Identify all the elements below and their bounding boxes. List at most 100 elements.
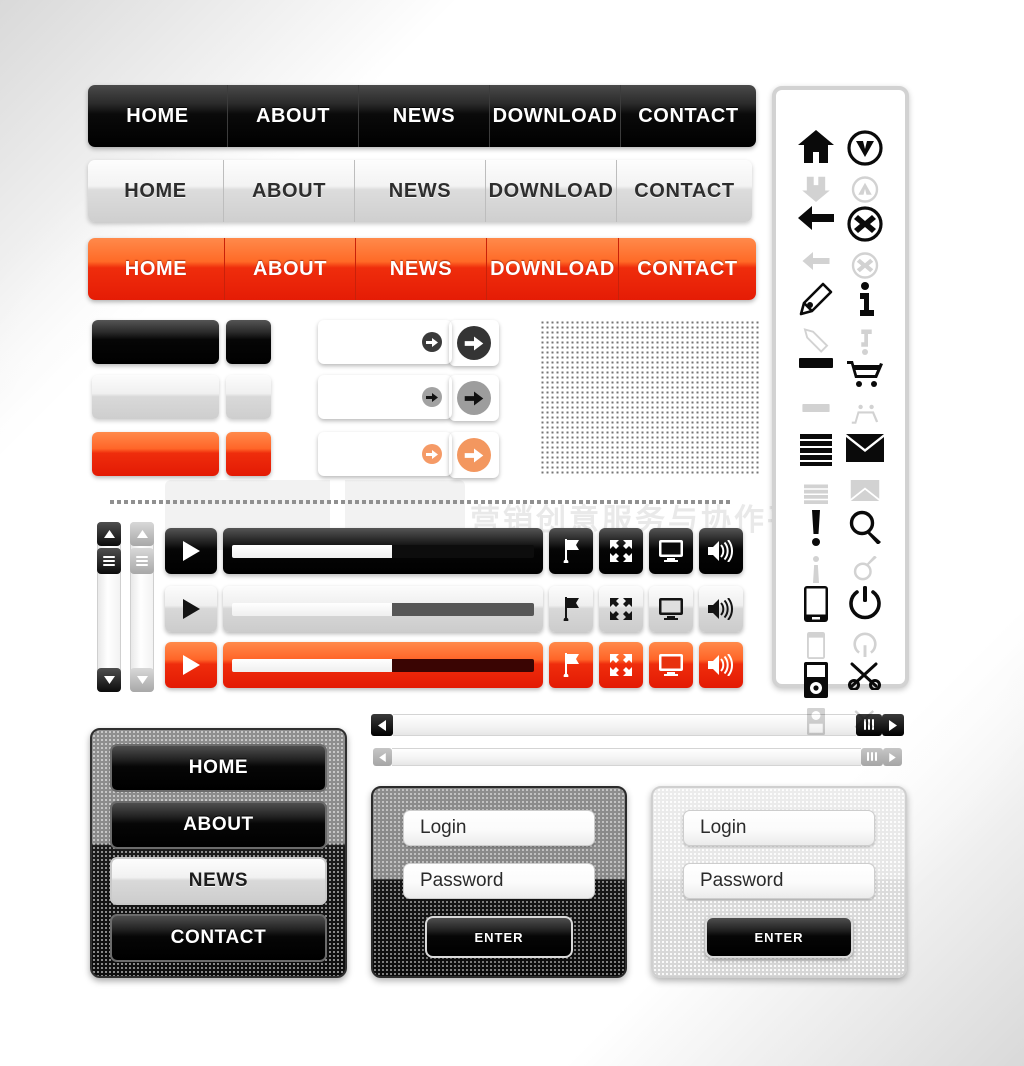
login-input[interactable]: Login [403,810,595,846]
home-icon[interactable] [792,130,841,202]
scrollbar-thumb[interactable] [861,748,883,766]
monitor-icon[interactable] [649,642,693,688]
scrollbar-thumb[interactable] [97,548,121,574]
check-circle-icon[interactable] [841,130,890,203]
nav-item-download[interactable]: DOWNLOAD [486,238,618,300]
scrollbar-vertical-light[interactable] [130,522,154,692]
media-player-dark[interactable] [165,528,743,574]
progress-track[interactable] [232,602,534,616]
button-wide-dark[interactable] [92,320,219,364]
triangle-left-icon[interactable] [373,748,392,766]
monitor-icon[interactable] [649,586,693,632]
volume-icon[interactable] [699,586,743,632]
scrollbar-horizontal-light[interactable] [373,748,902,766]
nav-item-about[interactable]: ABOUT [223,160,354,222]
volume-icon[interactable] [699,528,743,574]
triangle-down-icon[interactable] [130,668,154,692]
button-small-dark[interactable] [226,320,271,364]
nav-item-contact[interactable]: CONTACT [616,160,752,222]
nav-item-home[interactable]: HOME [88,238,224,300]
nav-item-contact[interactable]: CONTACT [620,85,756,147]
password-input[interactable]: Password [683,863,875,899]
mail-icon[interactable] [841,434,890,501]
scrollbar-track[interactable] [393,714,856,736]
navbar-red[interactable]: HOME ABOUT NEWS DOWNLOAD CONTACT [88,238,756,300]
triangle-right-icon[interactable] [882,714,904,736]
button-small-light[interactable] [226,375,271,419]
progress-bar[interactable] [223,642,543,688]
scrollbar-thumb[interactable] [130,548,154,574]
power-icon[interactable] [841,586,890,657]
navbar-light[interactable]: HOME ABOUT NEWS DOWNLOAD CONTACT [88,160,752,222]
info-icon[interactable] [841,282,890,355]
nav-item-download[interactable]: DOWNLOAD [489,85,620,147]
nav-item-about[interactable]: ABOUT [227,85,358,147]
button-arrow-wide-red[interactable] [318,432,452,476]
nav-item-news[interactable]: NEWS [358,85,489,147]
vertical-menu[interactable]: HOME ABOUT NEWS CONTACT [90,728,347,978]
scrollbar-horizontal-dark[interactable] [371,714,904,736]
exclamation-icon[interactable] [792,510,841,583]
close-circle-icon[interactable] [841,206,890,279]
scrollbar-thumb[interactable] [856,714,882,736]
arrow-left-icon[interactable] [792,206,841,270]
volume-icon[interactable] [699,642,743,688]
nav-item-news[interactable]: NEWS [354,160,485,222]
button-wide-red[interactable] [92,432,219,476]
flag-icon[interactable] [549,528,593,574]
button-wide-light[interactable] [92,375,219,419]
list-icon[interactable] [792,434,841,504]
flag-icon[interactable] [549,642,593,688]
shopping-cart-icon[interactable] [841,358,890,424]
search-icon[interactable] [841,510,890,581]
nav-item-contact[interactable]: CONTACT [618,238,756,300]
progress-track[interactable] [232,544,534,558]
progress-bar[interactable] [223,528,543,574]
button-arrow-wide-light[interactable] [318,375,452,419]
button-arrow-square-red[interactable] [449,432,499,478]
button-arrow-wide-dark[interactable] [318,320,452,364]
nav-item-news[interactable]: NEWS [355,238,486,300]
enter-button[interactable]: ENTER [425,916,573,958]
usb-drive-icon[interactable] [792,662,841,735]
mobile-icon[interactable] [792,586,841,659]
vertical-menu-item-home[interactable]: HOME [110,744,327,792]
scrollbar-track[interactable] [392,748,861,766]
login-form-light[interactable]: Login Password ENTER [651,786,907,978]
progress-track[interactable] [232,658,534,672]
pencil-icon[interactable] [792,282,841,353]
play-icon[interactable] [165,642,217,688]
login-input[interactable]: Login [683,810,875,846]
nav-item-about[interactable]: ABOUT [224,238,355,300]
monitor-icon[interactable] [649,528,693,574]
triangle-up-icon[interactable] [130,522,154,546]
media-player-light[interactable] [165,586,743,632]
minus-icon[interactable] [792,358,841,412]
nav-item-download[interactable]: DOWNLOAD [485,160,616,222]
flag-icon[interactable] [549,586,593,632]
password-input[interactable]: Password [403,863,595,899]
triangle-right-icon[interactable] [883,748,902,766]
button-arrow-square-dark[interactable] [449,320,499,366]
navbar-dark[interactable]: HOME ABOUT NEWS DOWNLOAD CONTACT [88,85,756,147]
progress-bar[interactable] [223,586,543,632]
play-icon[interactable] [165,586,217,632]
vertical-menu-item-news[interactable]: NEWS [110,857,327,906]
play-icon[interactable] [165,528,217,574]
fullscreen-icon[interactable] [599,586,643,632]
nav-item-home[interactable]: HOME [88,160,223,222]
triangle-up-icon[interactable] [97,522,121,546]
media-player-red[interactable] [165,642,743,688]
fullscreen-icon[interactable] [599,528,643,574]
fullscreen-icon[interactable] [599,642,643,688]
login-form-dark[interactable]: Login Password ENTER [371,786,627,978]
scrollbar-vertical-dark[interactable] [97,522,121,692]
enter-button[interactable]: ENTER [705,916,853,958]
triangle-down-icon[interactable] [97,668,121,692]
nav-item-home[interactable]: HOME [88,85,227,147]
vertical-menu-item-about[interactable]: ABOUT [110,800,327,849]
triangle-left-icon[interactable] [371,714,393,736]
vertical-menu-item-contact[interactable]: CONTACT [110,913,327,962]
button-arrow-square-light[interactable] [449,375,499,421]
button-small-red[interactable] [226,432,271,476]
